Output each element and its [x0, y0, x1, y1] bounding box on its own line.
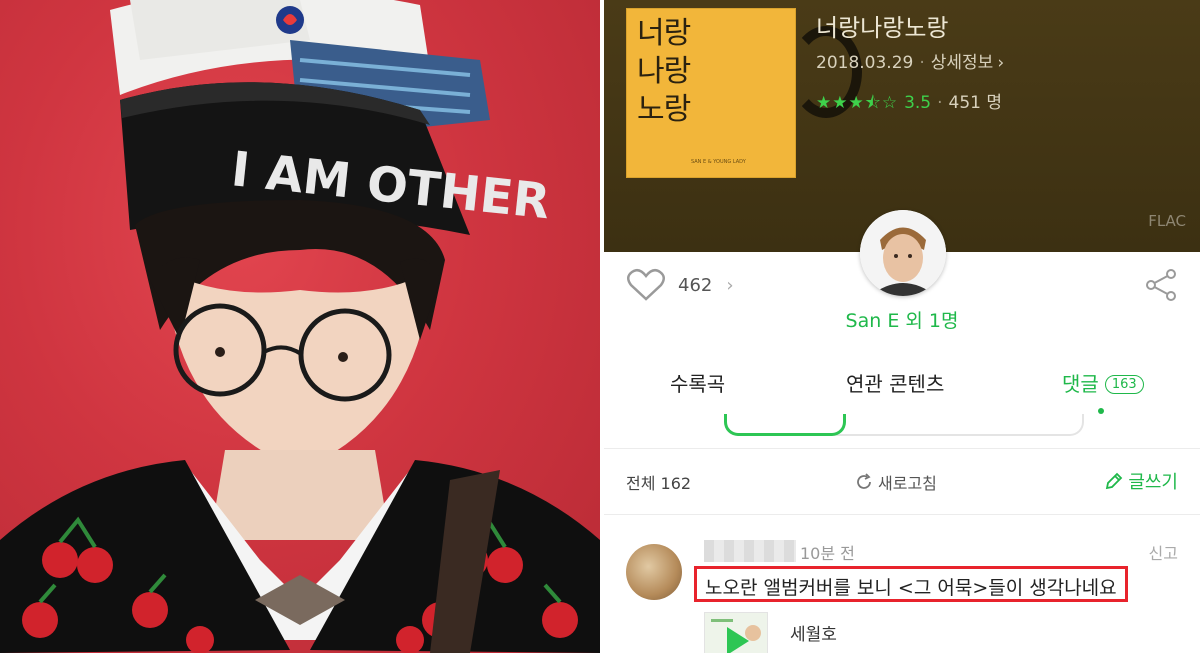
attachment-title[interactable]: 세월호 [790, 620, 837, 645]
cover-subtitle: SAN E & YOUNG LADY [691, 159, 746, 165]
refresh-label: 새로고침 [878, 474, 937, 493]
commenter-name-blurred[interactable] [704, 540, 796, 562]
write-label: 글쓰기 [1128, 472, 1178, 493]
comment-item: 10분 전 신고 노오란 앨범커버를 보니 <그 어묵>들이 생각나네요 세월호 [604, 530, 1200, 653]
artist-avatar[interactable] [860, 210, 946, 296]
tab-related[interactable]: 연관 콘텐츠 [846, 368, 944, 397]
album-title: 너랑나랑노랑 [816, 14, 949, 42]
album-cover[interactable]: 너랑 나랑 노랑 SAN E & YOUNG LADY [626, 8, 796, 178]
refresh-icon[interactable] [854, 472, 874, 492]
comment-count-badge: 163 [1104, 375, 1144, 394]
tab-comments[interactable]: 댓글 163 [1062, 368, 1144, 397]
rating-row: ★★★⯪☆ 3.5 · 451 명 [816, 88, 1002, 119]
comment-total: 전체 162 [626, 474, 692, 493]
tab-comments-label: 댓글 [1062, 372, 1099, 396]
refresh-button[interactable]: 새로고침 [854, 470, 937, 494]
write-comment-button[interactable]: 글쓰기 [1104, 468, 1178, 494]
attachment-thumbnail[interactable] [704, 612, 768, 653]
tab-tracks[interactable]: 수록곡 [670, 368, 725, 397]
quality-badge: FLAC [1148, 212, 1186, 230]
share-button[interactable] [1144, 268, 1178, 306]
release-date: 2018.03.29 [816, 53, 914, 73]
tab-bar: 수록곡 연관 콘텐츠 댓글 163 [604, 368, 1200, 408]
segment-thumb [724, 414, 846, 436]
report-button[interactable]: 신고 [1149, 540, 1178, 564]
album-detail-screen: 너랑 나랑 노랑 SAN E & YOUNG LADY 너랑나랑노랑 2018.… [604, 0, 1200, 653]
album-meta: 2018.03.29 · 상세정보 › [816, 48, 1004, 73]
artist-name-link[interactable]: San E 외 1명 [604, 306, 1200, 333]
comments-toolbar: 전체 162 새로고침 글쓰기 [604, 466, 1200, 496]
comment-text-highlighted: 노오란 앨범커버를 보니 <그 어묵>들이 생각나네요 [694, 566, 1128, 602]
like-button[interactable]: 462 › [626, 268, 734, 302]
chevron-right-icon[interactable]: › [726, 275, 733, 296]
pencil-icon[interactable] [1104, 471, 1124, 491]
play-icon[interactable] [705, 613, 768, 653]
artist-photo-illustration: I AM OTHER [0, 0, 600, 653]
divider [604, 448, 1200, 449]
heart-icon[interactable] [626, 268, 666, 302]
divider [604, 514, 1200, 515]
chevron-right-icon[interactable]: › [997, 53, 1004, 73]
comment-time: 10분 전 [800, 544, 855, 563]
artist-avatar-image [860, 210, 946, 296]
cover-title-text: 너랑 나랑 노랑 [637, 16, 691, 127]
separator-dot: · [919, 53, 925, 73]
detail-link[interactable]: 상세정보 [931, 53, 994, 73]
active-tab-indicator [1098, 408, 1104, 414]
commenter-avatar[interactable] [626, 544, 682, 600]
like-count: 462 [678, 274, 713, 296]
rating-stars-icon: ★★★⯪☆ [816, 93, 899, 113]
rating-count: 451 명 [948, 93, 1003, 113]
share-icon[interactable] [1144, 268, 1178, 302]
artist-photo: I AM OTHER [0, 0, 600, 653]
rating-score: 3.5 [904, 93, 932, 113]
separator-dot: · [937, 93, 943, 113]
